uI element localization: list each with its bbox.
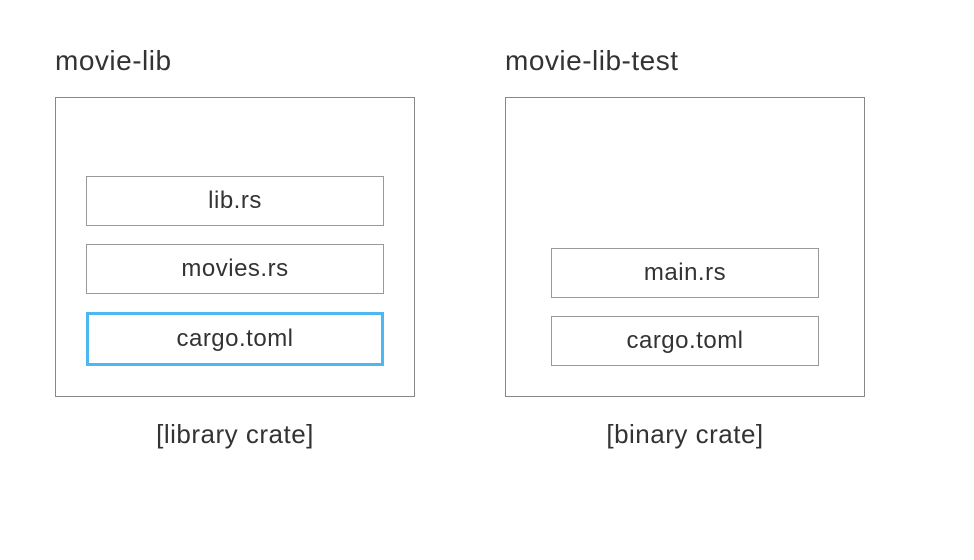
binary-crate-group: movie-lib-test main.rs cargo.toml [binar… <box>505 45 865 450</box>
file-cargo-toml-lib: cargo.toml <box>86 312 384 366</box>
library-crate-title: movie-lib <box>55 45 415 77</box>
library-crate-caption: [library crate] <box>55 419 415 450</box>
binary-crate-box: main.rs cargo.toml <box>505 97 865 397</box>
file-movies-rs: movies.rs <box>86 244 384 294</box>
library-crate-group: movie-lib lib.rs movies.rs cargo.toml [l… <box>55 45 415 450</box>
file-lib-rs: lib.rs <box>86 176 384 226</box>
binary-crate-caption: [binary crate] <box>505 419 865 450</box>
file-main-rs: main.rs <box>551 248 819 298</box>
library-crate-box: lib.rs movies.rs cargo.toml <box>55 97 415 397</box>
binary-crate-title: movie-lib-test <box>505 45 865 77</box>
file-cargo-toml-bin: cargo.toml <box>551 316 819 366</box>
